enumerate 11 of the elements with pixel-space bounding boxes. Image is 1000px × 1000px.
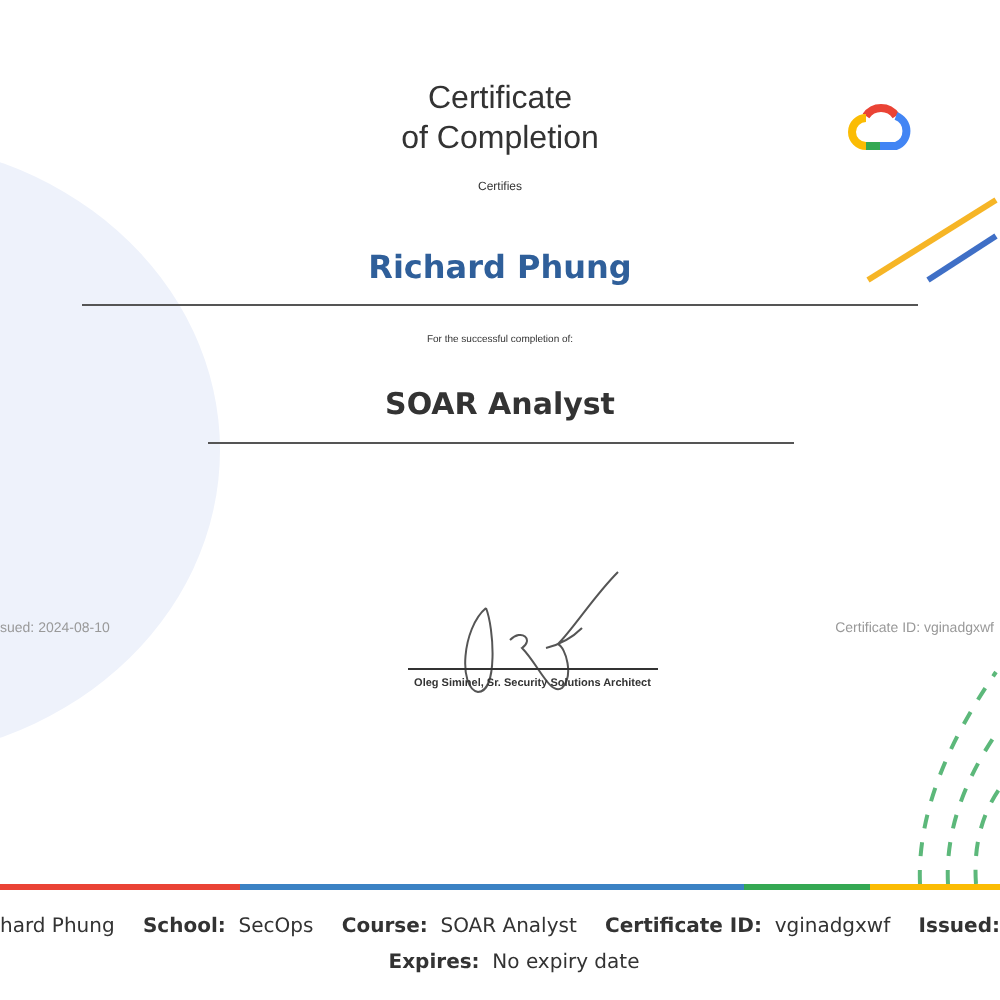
course-name: SOAR Analyst <box>385 386 615 422</box>
cloud-logo-icon <box>848 100 912 152</box>
certificate-title: Certificate of Completion <box>401 80 599 160</box>
stripes-decoration <box>864 196 1000 284</box>
expires-text: Expires: No expiry date <box>388 952 640 974</box>
detail-text: Course: SOAR Analyst <box>341 916 577 938</box>
detail-text: Issued: <box>918 916 1000 938</box>
detail-text: hard Phung <box>0 916 115 938</box>
detail-text: School: SecOps <box>142 916 314 938</box>
recipient-name: Richard Phung <box>368 248 632 286</box>
detail-text: Certificate ID: vginadgxwf <box>605 916 891 938</box>
